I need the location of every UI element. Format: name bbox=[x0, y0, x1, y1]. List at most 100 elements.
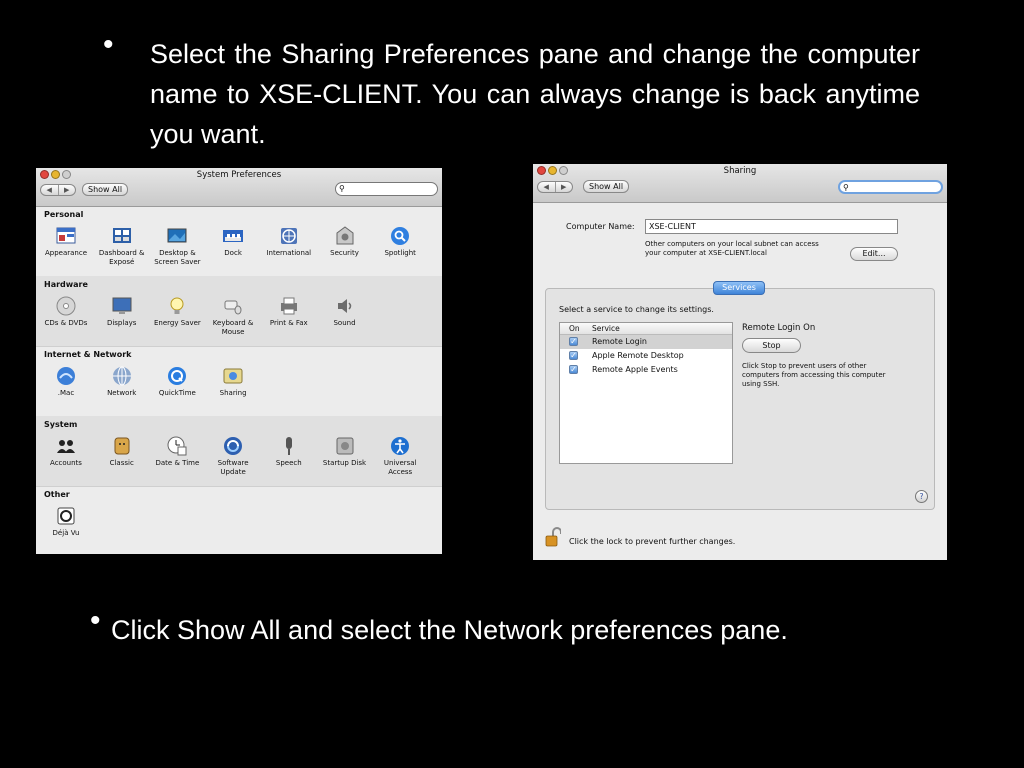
pref-pane-international[interactable]: International bbox=[261, 225, 317, 258]
dotmac-icon bbox=[55, 365, 77, 387]
back-forward-control[interactable]: ◀ ▶ bbox=[40, 184, 76, 196]
appearance-icon bbox=[55, 225, 77, 247]
pref-pane-network[interactable]: Network bbox=[94, 365, 150, 398]
service-checkbox[interactable]: ✓ bbox=[569, 365, 578, 374]
pane-label: Classic bbox=[109, 459, 134, 467]
pane-label: .Mac bbox=[57, 389, 75, 397]
back-forward-control[interactable]: ◀ ▶ bbox=[537, 181, 573, 193]
pref-pane-displays[interactable]: Displays bbox=[94, 295, 150, 328]
pane-label: Speech bbox=[275, 459, 302, 467]
pref-pane-spotlight[interactable]: Spotlight bbox=[372, 225, 428, 258]
search-field[interactable]: ⚲ bbox=[335, 182, 438, 196]
deja-vu-icon bbox=[55, 505, 77, 527]
pref-pane-print-fax[interactable]: Print & Fax bbox=[261, 295, 317, 328]
pref-pane-energy-saver[interactable]: Energy Saver bbox=[149, 295, 205, 328]
pref-pane-classic[interactable]: Classic bbox=[94, 435, 150, 468]
network-icon bbox=[111, 365, 133, 387]
bullet-marker: • bbox=[90, 604, 101, 637]
description-line2: computers from accessing this computer bbox=[742, 371, 886, 379]
sharing-icon bbox=[222, 365, 244, 387]
window-title: Sharing bbox=[723, 166, 757, 176]
service-checkbox[interactable]: ✓ bbox=[569, 351, 578, 360]
pref-pane-startup-disk[interactable]: Startup Disk bbox=[317, 435, 373, 468]
back-arrow-icon[interactable]: ◀ bbox=[538, 182, 556, 192]
pane-label: Security bbox=[330, 249, 359, 257]
pane-label: Sharing bbox=[219, 389, 247, 397]
pref-pane-appearance[interactable]: Appearance bbox=[38, 225, 94, 258]
pane-label: Startup Disk bbox=[322, 459, 367, 467]
pane-label: Sound bbox=[333, 319, 356, 327]
pref-pane-dashboard-expose[interactable]: Dashboard & Exposé bbox=[94, 225, 150, 267]
show-all-button[interactable]: Show All bbox=[82, 183, 129, 196]
system-preferences-window: System Preferences ◀ ▶ Show All ⚲ Persona… bbox=[36, 168, 442, 554]
security-icon bbox=[334, 225, 356, 247]
service-checkbox[interactable]: ✓ bbox=[569, 337, 578, 346]
pref-pane-software-update[interactable]: Software Update bbox=[205, 435, 261, 477]
header-service[interactable]: Service bbox=[592, 324, 620, 333]
pref-pane-accounts[interactable]: Accounts bbox=[38, 435, 94, 468]
pref-pane-keyboard-mouse[interactable]: Keyboard & Mouse bbox=[205, 295, 261, 337]
accounts-icon bbox=[55, 435, 77, 457]
pref-section: Personal Appearance Dashboard & Exposé Desk… bbox=[36, 206, 442, 277]
pane-label: CDs & DVDs bbox=[44, 319, 88, 327]
spotlight-icon bbox=[389, 225, 411, 247]
table-row[interactable]: ✓ Remote Apple Events bbox=[560, 363, 732, 377]
desktop-screensaver-icon bbox=[166, 225, 188, 247]
computer-name-label: Computer Name: bbox=[566, 222, 635, 231]
pane-label: Keyboard & Mouse bbox=[212, 319, 254, 336]
dock-icon bbox=[222, 225, 244, 247]
pane-label: QuickTime bbox=[158, 389, 196, 397]
pane-label: Dock bbox=[224, 249, 242, 257]
displays-icon bbox=[111, 295, 133, 317]
forward-arrow-icon[interactable]: ▶ bbox=[59, 185, 76, 195]
back-arrow-icon[interactable]: ◀ bbox=[41, 185, 59, 195]
forward-arrow-icon[interactable]: ▶ bbox=[556, 182, 573, 192]
quicktime-icon bbox=[166, 365, 188, 387]
pref-pane-dock[interactable]: Dock bbox=[205, 225, 261, 258]
service-name: Remote Login bbox=[592, 337, 647, 346]
pref-pane-dotmac[interactable]: .Mac bbox=[38, 365, 94, 398]
sound-icon bbox=[334, 295, 356, 317]
edit-button[interactable]: Edit... bbox=[850, 247, 898, 261]
titlebar: Sharing ◀ ▶ Show All ⚲ bbox=[533, 164, 947, 203]
search-field[interactable]: ⚲ bbox=[838, 180, 943, 194]
pane-label: Accounts bbox=[50, 459, 82, 467]
stop-button[interactable]: Stop bbox=[742, 338, 801, 353]
keyboard-mouse-icon bbox=[222, 295, 244, 317]
pref-pane-sound[interactable]: Sound bbox=[317, 295, 373, 328]
show-all-button[interactable]: Show All bbox=[583, 180, 630, 193]
pref-pane-speech[interactable]: Speech bbox=[261, 435, 317, 468]
window-title: System Preferences bbox=[196, 170, 282, 180]
lock-icon[interactable] bbox=[545, 527, 561, 547]
help-button[interactable]: ? bbox=[915, 490, 928, 503]
table-row[interactable]: ✓ Remote Login bbox=[560, 335, 732, 349]
classic-icon bbox=[111, 435, 133, 457]
pref-pane-security[interactable]: Security bbox=[317, 225, 373, 258]
bullet-text-2: Click Show All and select the Network pr… bbox=[111, 615, 788, 645]
pref-pane-universal-access[interactable]: Universal Access bbox=[372, 435, 428, 477]
pref-pane-date-time[interactable]: Date & Time bbox=[149, 435, 205, 468]
dashboard-expose-icon bbox=[111, 225, 133, 247]
tab-services[interactable]: Services bbox=[713, 281, 765, 295]
pane-label: Print & Fax bbox=[269, 319, 308, 327]
subnet-note-line1: Other computers on your local subnet can… bbox=[645, 240, 819, 248]
pref-pane-deja-vu[interactable]: Déjà Vu bbox=[38, 505, 94, 538]
pref-section: System Accounts Classic Date & Time Software… bbox=[36, 416, 442, 487]
description-line3: using SSH. bbox=[742, 380, 780, 388]
computer-name-field[interactable]: XSE-CLIENT bbox=[645, 219, 898, 234]
table-header: On Service bbox=[560, 323, 732, 335]
cds-dvds-icon bbox=[55, 295, 77, 317]
select-service-text: Select a service to change its settings. bbox=[559, 305, 714, 314]
pref-section: Other Déjà Vu bbox=[36, 486, 442, 554]
pref-pane-desktop-screensaver[interactable]: Desktop & Screen Saver bbox=[149, 225, 205, 267]
pref-pane-cds-dvds[interactable]: CDs & DVDs bbox=[38, 295, 94, 328]
header-on[interactable]: On bbox=[569, 324, 580, 333]
pane-label: Software Update bbox=[217, 459, 249, 476]
pref-pane-quicktime[interactable]: QuickTime bbox=[149, 365, 205, 398]
search-icon: ⚲ bbox=[339, 184, 345, 193]
table-row[interactable]: ✓ Apple Remote Desktop bbox=[560, 349, 732, 363]
pane-label: Déjà Vu bbox=[52, 529, 80, 537]
search-icon: ⚲ bbox=[843, 183, 849, 192]
pane-label: Network bbox=[107, 389, 137, 397]
pref-pane-sharing[interactable]: Sharing bbox=[205, 365, 261, 398]
